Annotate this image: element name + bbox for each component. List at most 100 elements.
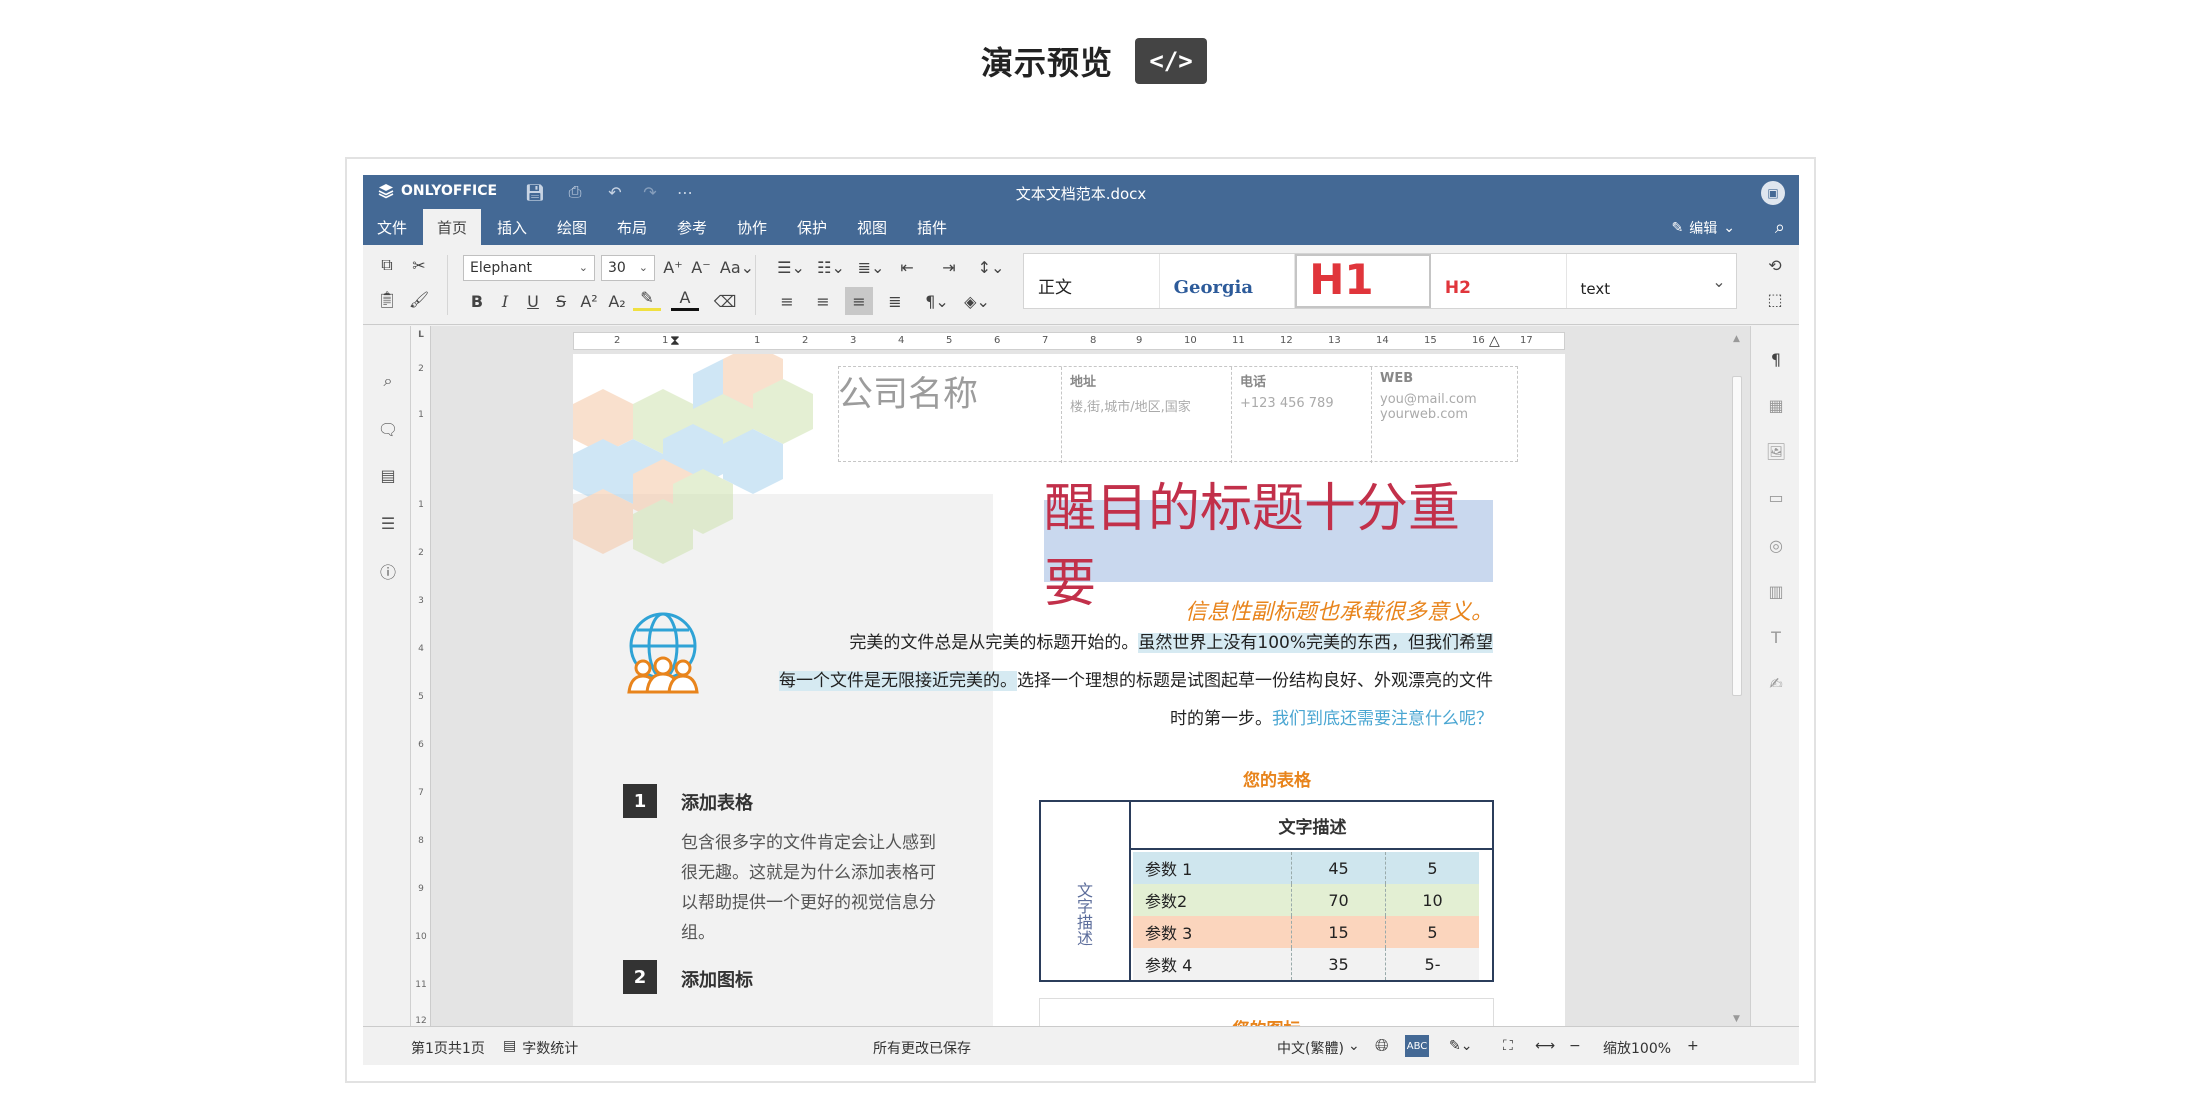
decrease-font-icon[interactable]: A⁻ (687, 253, 715, 281)
indent-marker-icon[interactable]: ⧗ (670, 333, 680, 349)
zoom-level[interactable]: 缩放100% (1603, 1038, 1671, 1058)
style-georgia[interactable]: Georgia (1160, 254, 1296, 308)
bullet-list-icon[interactable]: ☰⌄ (773, 253, 809, 281)
cut-icon[interactable]: ✂ (405, 251, 433, 279)
outline-icon[interactable]: ☰ (375, 510, 401, 536)
style-h2[interactable]: H2 (1431, 254, 1567, 308)
align-left-icon[interactable]: ≡ (773, 287, 801, 315)
shape-settings-icon[interactable]: ◎ (1763, 532, 1789, 558)
step-number-1: 1 (623, 784, 657, 818)
horizontal-ruler[interactable]: 2 1 ⧗ 1 2 3 4 5 6 7 8 9 10 11 12 13 14 1… (573, 332, 1565, 350)
page-counter[interactable]: 第1页共1页 (411, 1038, 485, 1058)
font-color-icon[interactable]: A (671, 287, 699, 311)
language-select[interactable]: 中文(繁體) ⌄ (1277, 1038, 1360, 1058)
copy-icon[interactable]: ⧉ (373, 251, 401, 279)
fit-width-icon[interactable]: ⟷ (1535, 1038, 1555, 1054)
ribbon-tabs: 文件 首页 插入 绘图 布局 参考 协作 保护 视图 插件 ✎ 编辑 ⌄ ⌕ (363, 209, 1799, 245)
search-icon[interactable]: ⌕ (375, 368, 401, 394)
superscript-icon[interactable]: A² (575, 287, 603, 315)
subscript-icon[interactable]: A₂ (603, 287, 631, 315)
chart-settings-icon[interactable]: ▥ (1763, 578, 1789, 604)
font-name-select[interactable]: Elephant ⌄ (463, 255, 595, 281)
image-settings-icon[interactable]: 🖼︎ (1763, 438, 1789, 464)
data-table[interactable]: 文字描述 文字描述 参数 1 45 5 参数2 70 10 参数 3 15 5 (1039, 800, 1494, 982)
right-indent-marker-icon[interactable]: △ (1489, 333, 1500, 349)
view-code-button[interactable]: </> (1135, 38, 1207, 84)
numbered-list-icon[interactable]: ☷⌄ (813, 253, 849, 281)
multilevel-list-icon[interactable]: ≣⌄ (853, 253, 889, 281)
style-h1[interactable]: H1 (1295, 254, 1431, 308)
tab-plugins[interactable]: 插件 (903, 209, 961, 245)
line-spacing-icon[interactable]: ↕⌄ (973, 253, 1009, 281)
info-icon[interactable]: ⓘ (375, 558, 401, 584)
decrease-indent-icon[interactable]: ⇤ (893, 253, 921, 281)
paragraph-settings-icon[interactable]: ¶ (1763, 346, 1789, 372)
title-bar: ONLYOFFICE 💾︎ ⎙ ↶ ↷ ⋯ 文本文档范本.docx ▣ (363, 175, 1799, 209)
increase-indent-icon[interactable]: ⇥ (935, 253, 963, 281)
document-page[interactable]: 地址 楼,街,城市/地区,国家 电话 +123 456 789 WEB you@… (573, 354, 1565, 1026)
table-cell: 参数 1 (1145, 860, 1193, 879)
scroll-up-icon[interactable]: ▲ (1733, 334, 1740, 344)
tab-view[interactable]: 视图 (843, 209, 901, 245)
zoom-out-icon[interactable]: − (1569, 1038, 1581, 1054)
table-row[interactable]: 参数2 70 10 (1133, 884, 1479, 916)
style-normal[interactable]: 正文 (1024, 254, 1160, 308)
bold-icon[interactable]: B (463, 287, 491, 315)
style-gallery-expand-icon[interactable]: ⌄ (1702, 254, 1736, 308)
highlight-icon[interactable]: ✎ (633, 287, 661, 311)
table-row[interactable]: 参数 4 35 5- (1133, 948, 1479, 980)
increase-font-icon[interactable]: A⁺ (659, 253, 687, 281)
underline-icon[interactable]: U (519, 287, 547, 315)
word-count-button[interactable]: ▤ 字数统计 (503, 1038, 578, 1058)
align-right-icon[interactable]: ≡ (845, 287, 873, 315)
format-painter-icon[interactable]: 🖌︎ (405, 285, 433, 313)
vruler-mark: 11 (415, 980, 427, 990)
font-size-value: 30 (608, 260, 626, 276)
document-headline[interactable]: 醒目的标题十分重要 (1044, 479, 1493, 614)
user-avatar[interactable]: ▣ (1761, 181, 1785, 205)
intro-paragraph[interactable]: 完美的文件总是从完美的标题开始的。虽然世界上没有100%完美的东西，但我们希望 … (693, 624, 1493, 738)
scroll-down-icon[interactable]: ▼ (1733, 1014, 1740, 1024)
tab-insert[interactable]: 插入 (483, 209, 541, 245)
italic-icon[interactable]: I (491, 287, 519, 315)
track-changes-icon[interactable]: ✎⌄ (1449, 1038, 1472, 1054)
tab-home[interactable]: 首页 (423, 209, 482, 245)
edit-mode-button[interactable]: ✎ 编辑 ⌄ (1672, 218, 1735, 238)
select-icon[interactable]: ⬚ (1761, 285, 1789, 313)
tab-collaborate[interactable]: 协作 (723, 209, 781, 245)
font-size-select[interactable]: 30 ⌄ (601, 255, 655, 281)
align-center-icon[interactable]: ≡ (809, 287, 837, 315)
comments-icon[interactable]: 🗨︎ (375, 416, 401, 442)
shading-icon[interactable]: ◈⌄ (959, 287, 995, 315)
tab-file[interactable]: 文件 (363, 209, 421, 245)
navigation-icon[interactable]: ▤ (375, 462, 401, 488)
word-count-icon: ▤ (503, 1038, 517, 1054)
scrollbar-thumb[interactable] (1732, 376, 1742, 696)
vertical-scrollbar[interactable]: ▲ ▼ (1731, 334, 1743, 1024)
clear-format-icon[interactable]: ⌫ (711, 287, 739, 315)
justify-icon[interactable]: ≣ (881, 287, 909, 315)
strikethrough-icon[interactable]: S (547, 287, 575, 315)
vruler-mark: 4 (418, 644, 424, 654)
tab-references[interactable]: 参考 (663, 209, 721, 245)
tab-layout[interactable]: 布局 (603, 209, 661, 245)
signature-settings-icon[interactable]: ✍ (1763, 670, 1789, 696)
header-footer-icon[interactable]: ▭ (1763, 484, 1789, 510)
replace-style-icon[interactable]: ⟲ (1761, 251, 1789, 279)
tab-protect[interactable]: 保护 (783, 209, 841, 245)
search-icon[interactable]: ⌕ (1775, 217, 1785, 238)
table-row[interactable]: 参数 1 45 5 (1133, 852, 1479, 884)
table-settings-icon[interactable]: ▦ (1763, 392, 1789, 418)
paragraph-marks-icon[interactable]: ¶⌄ (919, 287, 955, 315)
paste-icon[interactable]: 📋︎ (373, 285, 401, 313)
fit-page-icon[interactable]: ⛶ (1503, 1038, 1513, 1054)
step-title-2: 添加图标 (681, 970, 753, 991)
tab-draw[interactable]: 绘图 (543, 209, 601, 245)
table-row[interactable]: 参数 3 15 5 (1133, 916, 1479, 948)
web-label: WEB (1380, 371, 1414, 386)
spellcheck-icon[interactable]: ABC (1405, 1035, 1429, 1057)
globe-icon[interactable]: 🌐︎ (1375, 1036, 1389, 1056)
change-case-icon[interactable]: Aa⌄ (717, 253, 757, 281)
textart-settings-icon[interactable]: T (1763, 624, 1789, 650)
zoom-in-icon[interactable]: + (1687, 1038, 1699, 1054)
